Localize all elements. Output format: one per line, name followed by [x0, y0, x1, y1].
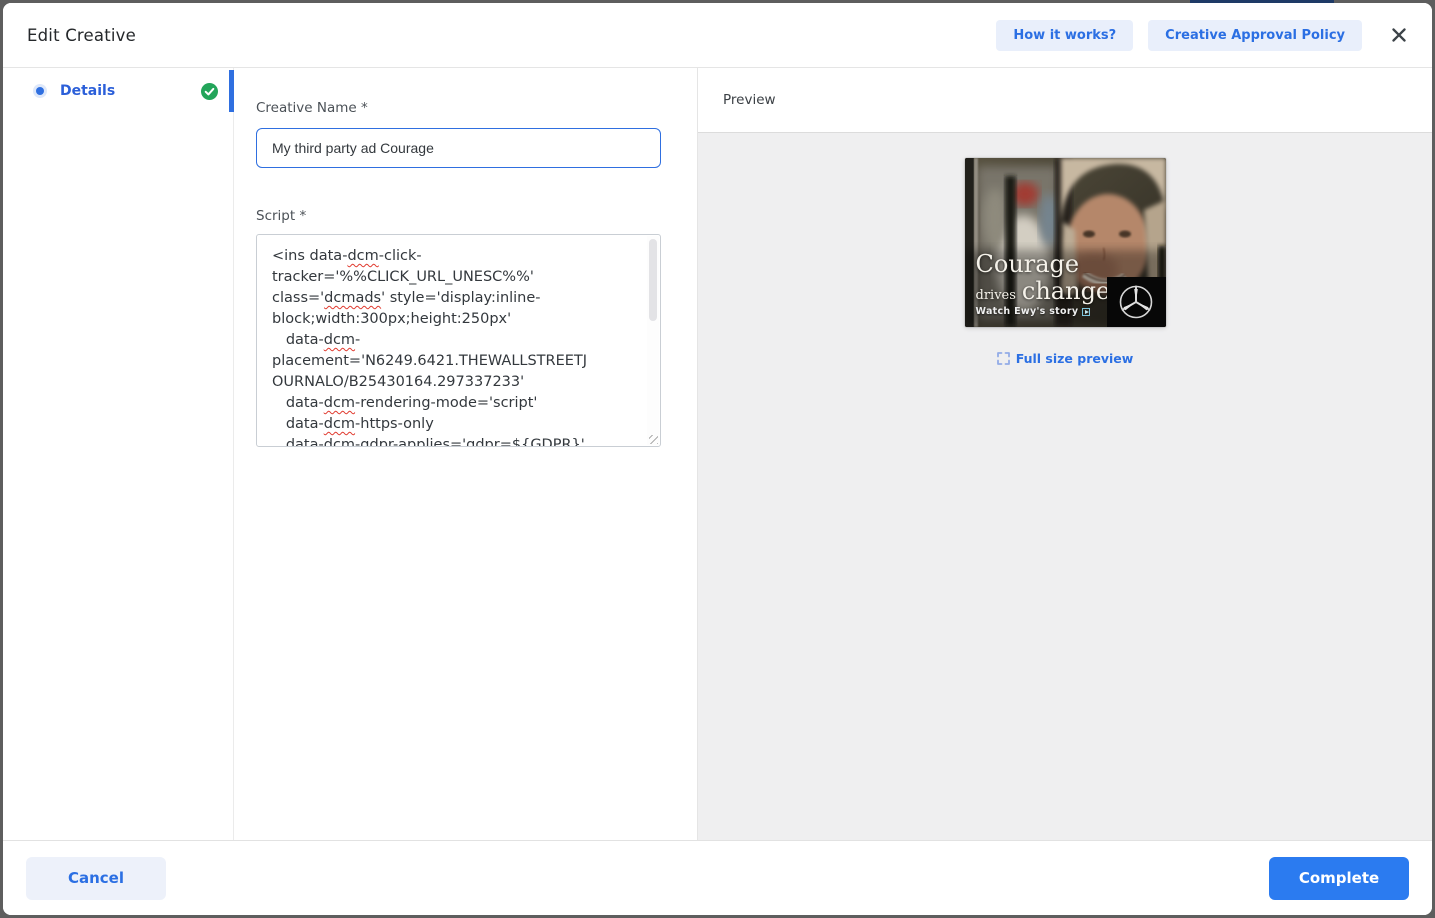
page-title: Edit Creative	[27, 26, 136, 45]
ad-headline-word-change: change.	[1022, 277, 1118, 305]
close-icon[interactable]	[1390, 26, 1408, 44]
full-size-preview-link[interactable]: Full size preview	[997, 351, 1134, 366]
preview-panel: Preview	[698, 68, 1432, 840]
cancel-button[interactable]: Cancel	[26, 857, 166, 900]
modal-footer: Cancel Complete	[3, 840, 1432, 915]
modal-body: Details Creative Name * Script * <ins da…	[3, 68, 1432, 840]
script-label: Script *	[256, 208, 697, 224]
ad-headline-line2: drives change.	[976, 277, 1118, 305]
how-it-works-button[interactable]: How it works?	[996, 20, 1133, 51]
mercedes-logo-tile	[1107, 277, 1166, 327]
complete-button[interactable]: Complete	[1269, 857, 1409, 900]
creative-approval-policy-button[interactable]: Creative Approval Policy	[1148, 20, 1362, 51]
ad-headline-word-drives: drives	[976, 288, 1016, 303]
expand-icon	[997, 352, 1010, 365]
mercedes-star-icon	[1117, 283, 1155, 321]
ad-creative-preview: Courage drives change. Watch Ewy's story	[965, 158, 1166, 327]
ad-cta: Watch Ewy's story	[976, 306, 1091, 317]
creative-name-input[interactable]	[256, 128, 661, 168]
preview-header: Preview	[698, 68, 1432, 133]
creative-form: Creative Name * Script * <ins data-dcm-c…	[234, 68, 698, 840]
ad-cta-label: Watch Ewy's story	[976, 306, 1079, 317]
step-bullet-icon	[36, 87, 44, 95]
preview-title: Preview	[723, 92, 776, 108]
script-textarea-content: <ins data-dcm-click- tracker='%%CLICK_UR…	[257, 235, 660, 446]
steps-sidebar: Details	[3, 68, 234, 840]
sidebar-item-label: Details	[60, 83, 115, 99]
script-scrollbar-thumb[interactable]	[649, 239, 657, 321]
preview-body: Courage drives change. Watch Ewy's story	[698, 133, 1432, 840]
full-size-preview-label: Full size preview	[1016, 351, 1134, 366]
creative-name-label: Creative Name *	[256, 100, 697, 116]
textarea-resize-grip-icon[interactable]	[649, 435, 658, 444]
ad-headline-line1: Courage	[976, 251, 1080, 277]
modal-header: Edit Creative How it works? Creative App…	[3, 3, 1432, 68]
edit-creative-modal: Edit Creative How it works? Creative App…	[3, 3, 1432, 915]
script-textarea[interactable]: <ins data-dcm-click- tracker='%%CLICK_UR…	[256, 234, 661, 447]
play-icon	[1082, 308, 1090, 316]
sidebar-item-details[interactable]: Details	[3, 70, 233, 112]
script-scrollbar[interactable]	[647, 236, 659, 445]
step-complete-check-icon	[201, 83, 218, 100]
screen: Edit Creative How it works? Creative App…	[0, 0, 1435, 918]
